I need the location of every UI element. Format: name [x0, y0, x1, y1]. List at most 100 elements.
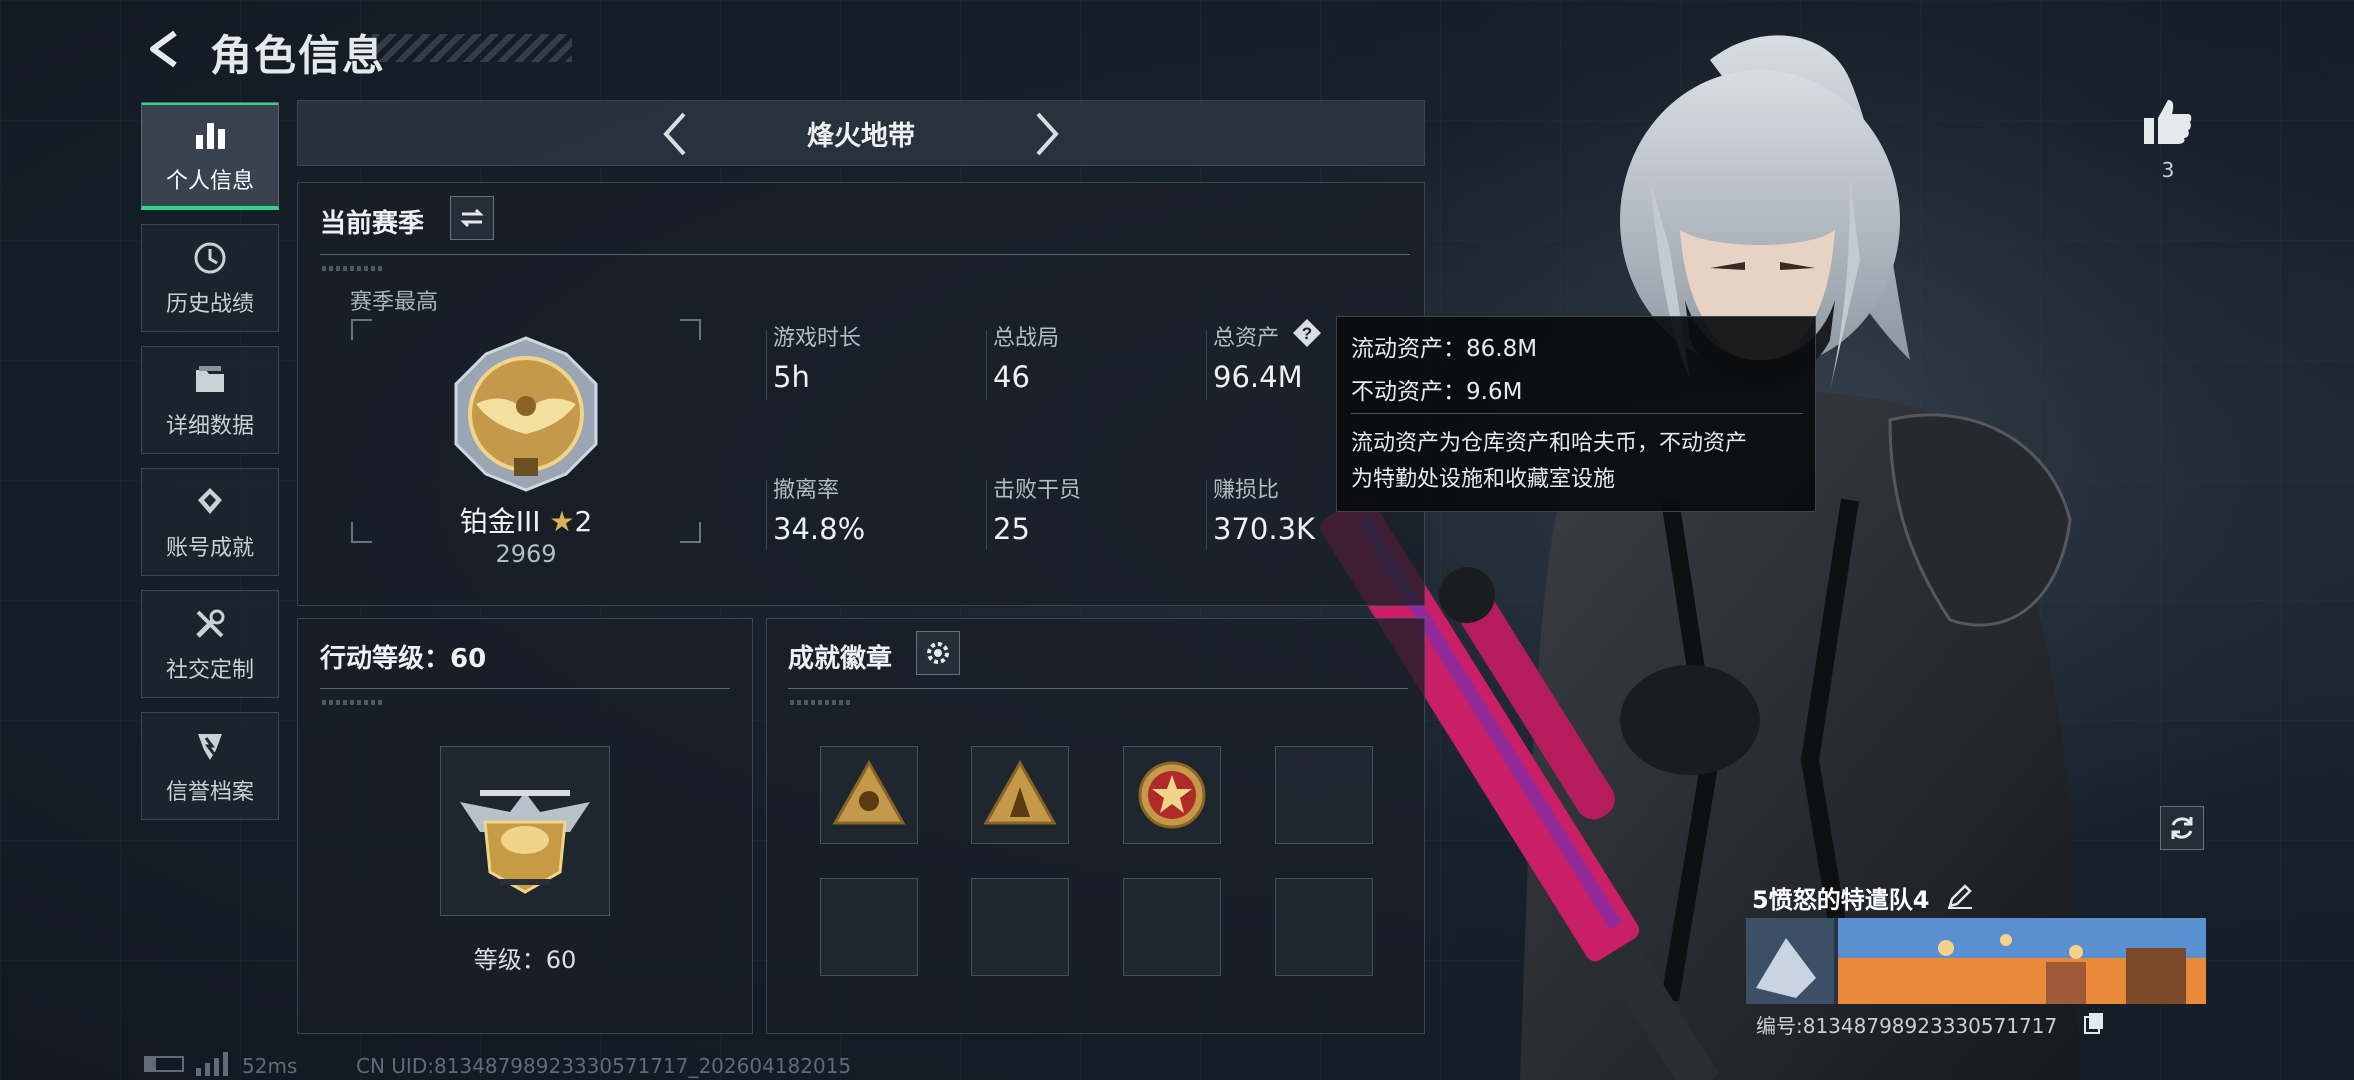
- badge-slot-empty[interactable]: [1275, 746, 1373, 844]
- signal-icon: [196, 1052, 228, 1076]
- sidebar-item-label: 详细数据: [165, 414, 254, 439]
- sidebar-item-label: 个人信息: [165, 168, 254, 194]
- history-icon: [190, 238, 230, 278]
- chevron-right-icon: [1036, 112, 1059, 156]
- stat-divider: [1206, 480, 1207, 550]
- player-id: 编号:81348798923330571717: [1756, 1014, 2058, 1038]
- season-divider: [320, 254, 1410, 255]
- question-icon: ?: [1293, 319, 1321, 347]
- mode-selector: 烽火地带: [297, 100, 1425, 166]
- stat-divider: [766, 330, 771, 400]
- title-decoration: [372, 34, 572, 62]
- sidebar-item-personal-info[interactable]: 个人信息: [141, 102, 279, 210]
- section-decoration: [790, 700, 850, 705]
- stat-label-operators-defeated: 击败干员: [993, 478, 1082, 503]
- next-mode-button[interactable]: [1020, 107, 1074, 161]
- stat-value-extraction-rate: 34.8%: [773, 512, 866, 546]
- badge-slot[interactable]: [1123, 746, 1221, 844]
- sidebar-item-detailed-data[interactable]: 详细数据: [141, 346, 279, 454]
- star-emblem-icon: [1138, 761, 1206, 829]
- rank-row: 铂金III ★2: [350, 500, 702, 540]
- gear-icon: [927, 642, 949, 664]
- prev-mode-button[interactable]: [648, 107, 702, 161]
- tooltip-description-line1: 流动资产为仓库资产和哈夫币，不动资产: [1351, 431, 1748, 456]
- rank-score: 2969: [495, 540, 557, 568]
- sidebar-item-social-customization[interactable]: 社交定制: [141, 590, 279, 698]
- action-level-divider: [320, 688, 730, 689]
- rotate-button[interactable]: [2160, 806, 2204, 850]
- stat-value-operators-defeated: 25: [993, 512, 1030, 546]
- stat-label-total-matches: 总战局: [993, 326, 1060, 351]
- achievement-badges-title: 成就徽章: [788, 644, 893, 674]
- page-title: 角色信息: [210, 31, 387, 80]
- rank-name: 铂金III: [459, 505, 541, 538]
- reputation-icon: [190, 726, 230, 766]
- season-title: 当前赛季: [320, 209, 425, 239]
- sidebar-item-label: 社交定制: [165, 658, 254, 683]
- player-name: 5愤怒的特遣队4: [1752, 886, 1930, 914]
- banner-artwork: [1746, 918, 2206, 1004]
- section-decoration: [322, 266, 382, 271]
- badge-slot-empty[interactable]: [1123, 878, 1221, 976]
- badges-settings-button[interactable]: [916, 631, 960, 675]
- copy-icon: [2084, 1013, 2103, 1034]
- rank-emblem-icon: [454, 336, 598, 492]
- tooltip-description-line2: 为特勤处设施和收藏室设施: [1351, 467, 1616, 492]
- ping-text: 52ms: [242, 1054, 298, 1078]
- assets-tooltip: 流动资产：86.8M 不动资产：9.6M 流动资产为仓库资产和哈夫币，不动资产 …: [1336, 316, 1816, 512]
- season-switch-button[interactable]: [450, 196, 494, 240]
- tools-icon: [190, 604, 230, 644]
- star-icon: ★: [549, 505, 575, 538]
- tooltip-fixed-assets: 不动资产：9.6M: [1351, 379, 1523, 405]
- tooltip-liquid-assets: 流动资产：86.8M: [1351, 336, 1538, 362]
- mode-title: 烽火地带: [807, 120, 915, 152]
- back-arrow-icon: [150, 30, 177, 68]
- sidebar-item-label: 信誉档案: [165, 780, 254, 805]
- stat-value-play-time: 5h: [773, 360, 810, 394]
- sidebar-item-label: 历史战绩: [165, 292, 254, 317]
- stat-divider: [766, 480, 767, 550]
- assets-help-button[interactable]: ?: [1292, 318, 1322, 348]
- stat-divider: [986, 330, 987, 400]
- badge-slot-empty[interactable]: [971, 878, 1069, 976]
- like-button[interactable]: [2140, 94, 2196, 150]
- helicopter-emblem-icon: [460, 790, 590, 894]
- badge-slot[interactable]: [971, 746, 1069, 844]
- stat-divider: [1206, 330, 1207, 400]
- section-decoration: [322, 700, 382, 705]
- sidebar-item-label: 账号成就: [165, 536, 254, 561]
- stat-divider: [986, 480, 987, 550]
- stat-label-play-time: 游戏时长: [773, 326, 862, 351]
- action-level-label: 等级：60: [473, 946, 577, 974]
- sidebar-item-account-achievements[interactable]: 账号成就: [141, 468, 279, 576]
- sidebar-item-reputation-file[interactable]: 信誉档案: [141, 712, 279, 820]
- bar-chart-icon: [190, 115, 230, 155]
- thumbs-up-icon: [2144, 100, 2192, 144]
- edit-name-button[interactable]: [1946, 882, 1976, 912]
- battery-icon: [144, 1056, 184, 1072]
- back-button[interactable]: [140, 24, 190, 74]
- folder-icon: [190, 360, 230, 400]
- stat-label-profit-ratio: 赚损比: [1213, 478, 1280, 503]
- copy-id-button[interactable]: [2082, 1010, 2108, 1036]
- achievement-icon: [190, 482, 230, 522]
- season-best-label: 赛季最高: [350, 290, 439, 315]
- badge-slot-empty[interactable]: [1275, 878, 1373, 976]
- chevron-left-icon: [663, 112, 686, 156]
- stat-label-total-assets: 总资产: [1213, 326, 1280, 351]
- triangle-badge-2-icon: [983, 759, 1057, 825]
- tooltip-divider: [1351, 413, 1803, 414]
- badge-slot[interactable]: [820, 746, 918, 844]
- stat-value-profit-ratio: 370.3K: [1213, 512, 1316, 546]
- player-banner: [1746, 918, 2206, 1004]
- swap-icon: [460, 208, 484, 228]
- triangle-badge-icon: [832, 759, 906, 825]
- badge-slot-empty[interactable]: [820, 878, 918, 976]
- action-level-title: 行动等级：60: [320, 644, 487, 674]
- pencil-icon: [1948, 884, 1972, 909]
- svg-text:?: ?: [1302, 324, 1312, 343]
- sidebar-item-history[interactable]: 历史战绩: [141, 224, 279, 332]
- stat-label-extraction-rate: 撤离率: [773, 478, 840, 503]
- stat-value-total-assets: 96.4M: [1213, 360, 1303, 394]
- rank-stars: 2: [574, 505, 593, 538]
